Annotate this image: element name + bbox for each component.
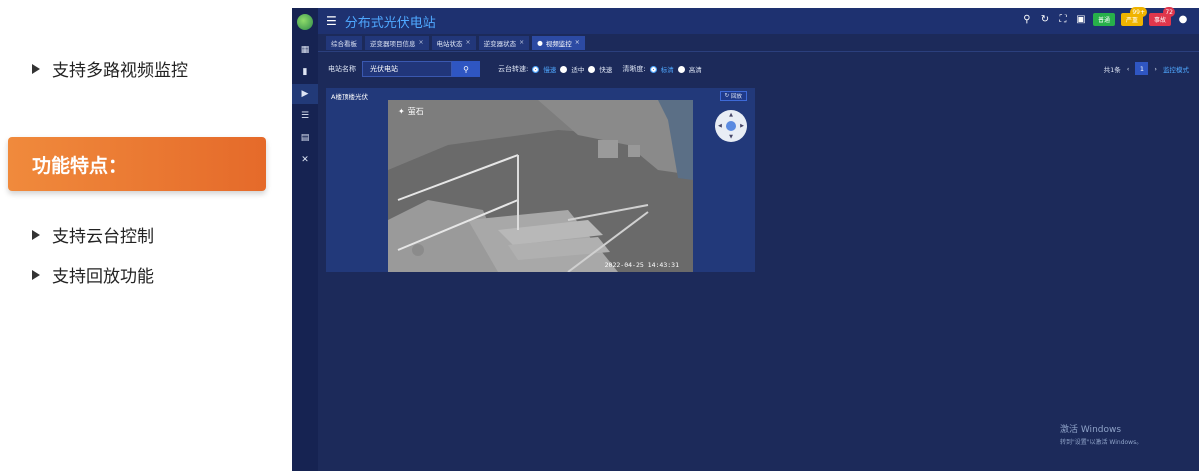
menu-icon[interactable]: ☰ [326,14,337,28]
clarity-hd-radio[interactable] [677,65,685,73]
watermark-text: 萤石 [407,107,424,116]
camera-card: A楼顶楼光伏 ↻ 回放 ▲ ▼ ◀ ▶ ✦ 萤石 2022-04-25 14:4… [326,88,755,272]
app-logo-icon [297,14,313,30]
pagination: 共1条 ‹ 1 › 监控模式 [1104,62,1189,75]
tab-label: 视频监控 [545,39,572,48]
topbar-actions: ⚲ ↻ ⛶ ▣ 普通 严重 99+ 事故 72 ● [1021,7,1189,26]
video-timestamp: 2022-04-25 14:43:31 [604,261,679,269]
bullet-ptz: 支持云台控制 [32,222,154,247]
replay-label: 回放 [730,94,742,100]
page-number[interactable]: 1 [1135,62,1149,75]
station-label: 电站名称 [328,65,356,73]
fullscreen-icon[interactable]: ⛶ [1057,14,1069,25]
feature-heading: 功能特点： [8,137,266,191]
alarm-serious-button[interactable]: 严重 99+ [1120,7,1147,26]
tab-bar: 综合看板 逆变器项目信息 × 电站状态 × 逆变器状态 × ● 视频监控 × [318,34,1199,52]
close-icon[interactable]: × [466,39,471,46]
screen-icon[interactable]: ▣ [1075,14,1087,25]
speed-fast-radio[interactable] [588,65,596,73]
camera-title: A楼顶楼光伏 [331,93,368,101]
side-nav: ▦ ▮ ▶ ☰ ▤ ✕ [292,8,318,471]
ezviz-logo-icon: ✦ [398,107,405,116]
slide-panel: 支持多路视频监控 功能特点： 支持云台控制 支持回放功能 [0,0,292,471]
ptz-down-icon[interactable]: ▼ [729,134,733,140]
station-value: 光伏电站 [370,65,398,73]
ptz-right-icon[interactable]: ▶ [740,123,744,129]
inverter-nav-icon[interactable]: ▮ [292,62,318,82]
radio-label: 慢速 [543,66,557,74]
camera-nav-icon[interactable]: ▶ [292,84,318,104]
ptz-speed-label: 云台转速: [498,65,529,73]
filter-bar: 电站名称 光伏电站 ⚲ 云台转速: 慢速 适中 快速 清晰度: 标清 高清 共1… [318,58,1199,80]
pill-label: 普通 [1097,17,1110,24]
feature-heading-text: 功能特点： [32,154,128,177]
tab-inverter-status[interactable]: 逆变器状态 × [478,35,530,50]
clarity-label: 清晰度: [622,65,646,73]
close-icon[interactable]: × [575,39,580,46]
tab-inverter-info[interactable]: 逆变器项目信息 × [365,35,429,50]
pill-label: 事故 [1153,17,1166,24]
tab-label: 逆变器状态 [483,39,517,48]
top-bar: ☰ 分布式光伏电站 ⚲ ↻ ⛶ ▣ 普通 严重 99+ 事故 72 ● [318,7,1199,34]
close-icon[interactable]: × [519,39,524,46]
alarm-normal-button[interactable]: 普通 [1092,13,1115,26]
ptz-control[interactable]: ▲ ▼ ◀ ▶ [715,110,747,142]
arrow-bullet-icon [32,229,40,240]
clarity-group: 清晰度: 标清 高清 [622,64,701,74]
tab-label: 综合看板 [331,39,357,48]
app-window: ▦ ▮ ▶ ☰ ▤ ✕ ☰ 分布式光伏电站 ⚲ ↻ ⛶ ▣ 普通 严重 99+ … [292,7,1199,471]
clarity-sd-radio[interactable] [649,65,657,73]
total-count: 共1条 [1103,65,1121,74]
tools-nav-icon[interactable]: ✕ [292,150,318,170]
dashboard-nav-icon[interactable]: ▦ [292,40,318,60]
ptz-up-icon[interactable]: ▲ [729,112,733,118]
alarm-accident-button[interactable]: 事故 72 [1148,7,1175,26]
list-nav-icon[interactable]: ☰ [292,106,318,126]
radio-label: 标清 [660,66,674,74]
speed-slow-radio[interactable] [532,65,540,73]
ptz-center[interactable] [726,121,736,131]
app-title: 分布式光伏电站 [344,15,436,31]
activation-line1: 激活 Windows [1060,425,1122,435]
search-button[interactable]: ⚲ [452,61,480,77]
station-input[interactable]: 光伏电站 [362,61,452,77]
search-icon[interactable]: ⚲ [1021,14,1033,25]
bullet-text: 支持多路视频监控 [52,61,188,81]
bullet-text: 支持云台控制 [52,227,154,247]
tab-dashboard[interactable]: 综合看板 [326,35,362,50]
windows-activation-notice: 激活 Windows 转到"设置"以激活 Windows。 [1060,422,1142,446]
monitor-mode-link[interactable]: 监控模式 [1163,64,1189,74]
close-icon[interactable]: × [419,39,424,46]
bullet-multi-video: 支持多路视频监控 [32,56,188,81]
speed-medium-radio[interactable] [560,65,568,73]
radio-label: 高清 [688,66,702,74]
arrow-bullet-icon [32,269,40,280]
user-icon[interactable]: ● [1177,14,1189,25]
bullet-playback: 支持回放功能 [32,262,154,287]
arrow-bullet-icon [32,63,40,74]
activation-line2: 转到"设置"以激活 Windows。 [1060,439,1143,446]
video-feed[interactable]: ✦ 萤石 2022-04-25 14:43:31 [388,100,693,272]
bullet-text: 支持回放功能 [52,267,154,287]
ptz-left-icon[interactable]: ◀ [718,123,722,129]
tab-video-monitor[interactable]: ● 视频监控 × [532,35,585,50]
radio-label: 快速 [599,66,613,74]
count-badge: 99+ [1130,7,1147,17]
report-nav-icon[interactable]: ▤ [292,128,318,148]
tab-label: 逆变器项目信息 [370,39,416,48]
prev-page-icon[interactable]: ‹ [1127,65,1130,73]
replay-button[interactable]: ↻ 回放 [719,91,747,101]
tab-label: 电站状态 [436,39,463,48]
next-page-icon[interactable]: › [1154,65,1157,73]
radio-label: 适中 [571,66,585,74]
ptz-speed-group: 云台转速: 慢速 适中 快速 [498,64,612,74]
active-dot-icon: ● [537,38,543,47]
tab-station-status[interactable]: 电站状态 × [431,35,476,50]
count-badge: 72 [1163,7,1175,17]
video-scene [388,100,693,272]
refresh-icon[interactable]: ↻ [1039,14,1051,25]
camera-watermark: ✦ 萤石 [398,106,424,117]
